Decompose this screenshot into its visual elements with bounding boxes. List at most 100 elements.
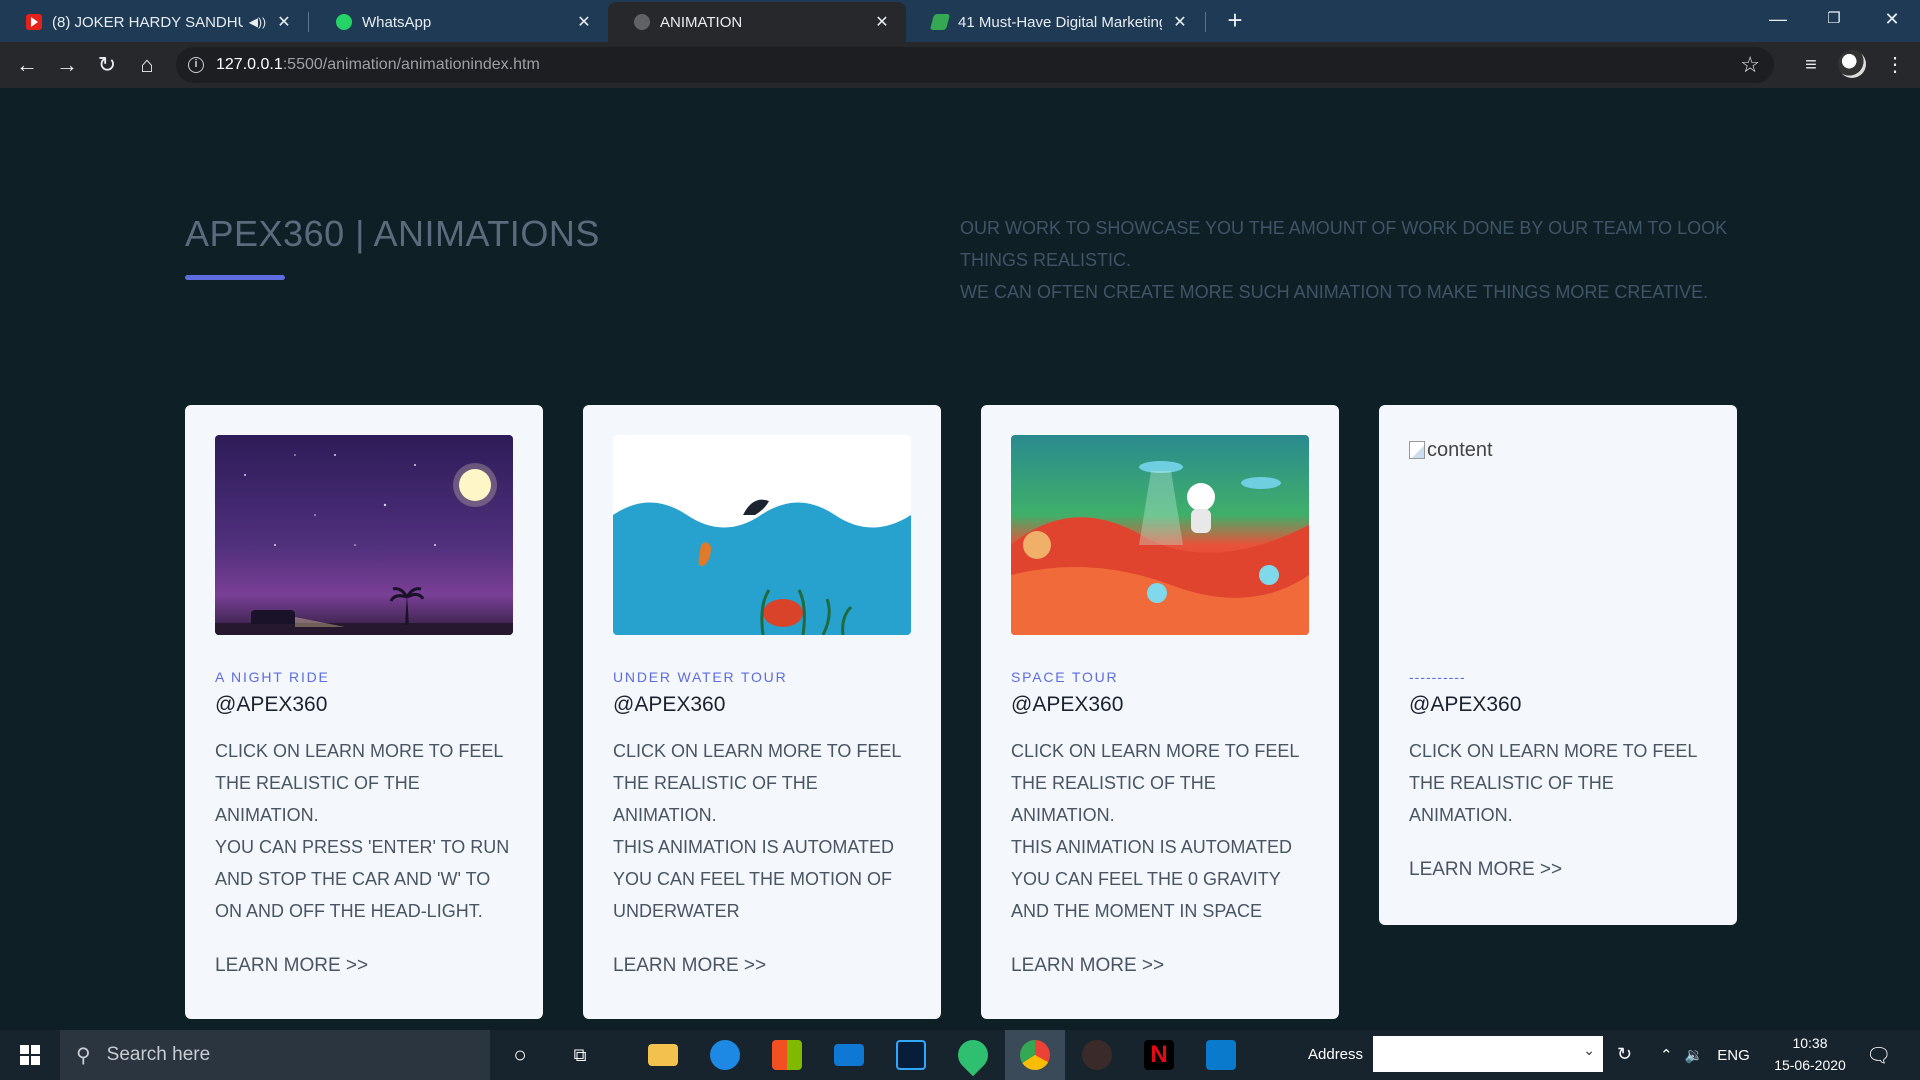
space-illustration xyxy=(1011,461,1309,635)
tab-whatsapp[interactable]: WhatsApp ✕ xyxy=(310,2,608,42)
url-path: :5500/animation/animationindex.htm xyxy=(282,56,540,73)
system-tray: ⌃ 🔉 ENG xyxy=(1660,1030,1750,1080)
whatsapp-icon xyxy=(336,14,352,30)
globe-icon xyxy=(634,14,650,30)
chevron-up-icon[interactable]: ⌃ xyxy=(1660,1046,1673,1064)
chrome-icon[interactable] xyxy=(1005,1030,1065,1080)
speaker-icon[interactable]: ◀)) xyxy=(249,15,266,29)
learn-more-link[interactable]: LEARN MORE >> xyxy=(613,955,766,977)
netflix-icon[interactable]: N xyxy=(1139,1030,1179,1080)
card-space-tour: SPACE TOUR @APEX360 CLICK ON LEARN MORE … xyxy=(981,405,1339,1019)
underwater-illustration xyxy=(613,499,911,635)
card-body: CLICK ON LEARN MORE TO FEEL THE REALISTI… xyxy=(613,741,901,921)
tab-label: WhatsApp xyxy=(362,13,432,31)
leaf-icon xyxy=(929,14,951,30)
card-body: CLICK ON LEARN MORE TO FEEL THE REALISTI… xyxy=(1011,741,1299,921)
tab-digital-marketing[interactable]: 41 Must-Have Digital Marketing ✕ xyxy=(906,2,1204,42)
maps-icon[interactable] xyxy=(951,1030,995,1080)
card-subtitle: SPACE TOUR xyxy=(1011,669,1119,685)
night-ride-thumbnail xyxy=(215,435,513,635)
tab-animation[interactable]: ANIMATION ✕ xyxy=(608,2,906,42)
refresh-icon[interactable]: ↻ xyxy=(1617,1044,1632,1065)
start-button[interactable] xyxy=(0,1030,60,1080)
address-input[interactable]: ⌄ xyxy=(1373,1036,1604,1072)
photoshop-icon[interactable] xyxy=(891,1030,931,1080)
card-subtitle: UNDER WATER TOUR xyxy=(613,669,788,685)
search-icon: ⚲ xyxy=(76,1044,91,1067)
address-label: Address xyxy=(1308,1045,1364,1063)
broken-image: content xyxy=(1409,435,1707,635)
close-icon[interactable]: ✕ xyxy=(1170,12,1190,32)
card-subtitle: A NIGHT RIDE xyxy=(215,669,330,685)
restore-button[interactable]: ❐ xyxy=(1806,0,1862,42)
url-host: 127.0.0.1 xyxy=(216,56,283,73)
card-content: content ---------- @APEX360 CLICK ON LEA… xyxy=(1379,405,1737,925)
windows-logo-icon xyxy=(20,1045,40,1065)
cortana-icon[interactable]: ○ xyxy=(500,1030,540,1080)
reload-icon[interactable]: ↻ xyxy=(92,50,122,80)
title-underline xyxy=(185,275,285,280)
mail-icon[interactable] xyxy=(829,1030,869,1080)
tab-label: (8) JOKER HARDY SANDHU F xyxy=(52,13,243,31)
tab-label: ANIMATION xyxy=(660,13,743,31)
under-water-thumbnail xyxy=(613,435,911,635)
card-subtitle: ---------- xyxy=(1409,669,1466,685)
card-handle: @APEX360 xyxy=(1011,693,1124,716)
alt-text: content xyxy=(1427,438,1493,461)
address-bar[interactable]: i 127.0.0.1:5500/animation/animationinde… xyxy=(176,47,1774,83)
learn-more-link[interactable]: LEARN MORE >> xyxy=(215,955,368,977)
volume-icon[interactable]: 🔉 xyxy=(1685,1046,1704,1064)
card-handle: @APEX360 xyxy=(215,693,328,716)
menu-kebab-icon[interactable]: ⋮ xyxy=(1880,50,1910,80)
card-night-ride: A NIGHT RIDE @APEX360 CLICK ON LEARN MOR… xyxy=(185,405,543,1019)
close-icon[interactable]: ✕ xyxy=(274,12,294,32)
page-body: APEX360 | ANIMATIONS OUR WORK TO SHOWCAS… xyxy=(0,88,1920,1030)
card-body: CLICK ON LEARN MORE TO FEEL THE REALISTI… xyxy=(215,741,510,921)
new-tab-button[interactable]: + xyxy=(1220,5,1250,35)
clock-date: 15-06-2020 xyxy=(1774,1057,1846,1073)
browser-tab-strip: (8) JOKER HARDY SANDHU F ◀)) ✕ WhatsApp … xyxy=(0,0,1920,42)
card-under-water-tour: UNDER WATER TOUR @APEX360 CLICK ON LEARN… xyxy=(583,405,941,1019)
url-text: 127.0.0.1:5500/animation/animationindex.… xyxy=(216,56,540,74)
window-close-button[interactable]: ✕ xyxy=(1864,0,1920,42)
clock-time: 10:38 xyxy=(1792,1035,1828,1051)
youtube-icon xyxy=(26,14,42,30)
chevron-down-icon[interactable]: ⌄ xyxy=(1583,1042,1595,1059)
tab-divider xyxy=(308,12,309,32)
taskbar-address-toolbar: Address ⌄ ↻ xyxy=(1308,1036,1632,1072)
app-icon[interactable] xyxy=(1077,1030,1117,1080)
taskbar-search[interactable]: ⚲ Search here xyxy=(60,1030,490,1080)
page-description: OUR WORK TO SHOWCASE YOU THE AMOUNT OF W… xyxy=(960,218,1728,302)
bookmark-star-icon[interactable]: ☆ xyxy=(1740,52,1760,78)
forward-arrow-icon[interactable]: → xyxy=(52,50,82,80)
tab-youtube[interactable]: (8) JOKER HARDY SANDHU F ◀)) ✕ xyxy=(0,2,308,42)
task-view-icon[interactable]: ⧉ xyxy=(560,1030,600,1080)
space-tour-thumbnail xyxy=(1011,435,1309,635)
learn-more-link[interactable]: LEARN MORE >> xyxy=(1011,955,1164,977)
close-icon[interactable]: ✕ xyxy=(574,12,594,32)
minimize-button[interactable]: — xyxy=(1750,0,1806,42)
vscode-icon[interactable] xyxy=(1201,1030,1241,1080)
language-indicator[interactable]: ENG xyxy=(1717,1047,1750,1064)
card-body: CLICK ON LEARN MORE TO FEEL THE REALISTI… xyxy=(1409,741,1697,825)
file-explorer-icon[interactable] xyxy=(643,1030,683,1080)
card-handle: @APEX360 xyxy=(1409,693,1522,716)
home-icon[interactable]: ⌂ xyxy=(132,50,162,80)
store-icon[interactable] xyxy=(767,1030,807,1080)
page-title: APEX360 | ANIMATIONS xyxy=(185,213,600,254)
tab-label: 41 Must-Have Digital Marketing xyxy=(958,13,1162,31)
learn-more-link[interactable]: LEARN MORE >> xyxy=(1409,859,1562,881)
back-arrow-icon[interactable]: ← xyxy=(12,50,42,80)
profile-avatar[interactable] xyxy=(1838,50,1866,78)
card-handle: @APEX360 xyxy=(613,693,726,716)
taskbar-clock[interactable]: 10:38 15-06-2020 xyxy=(1770,1032,1850,1076)
broken-image-icon xyxy=(1409,441,1425,459)
edge-icon[interactable] xyxy=(705,1030,745,1080)
search-placeholder: Search here xyxy=(106,1044,211,1065)
night-scene-illustration xyxy=(215,454,513,635)
info-icon[interactable]: i xyxy=(188,57,204,73)
media-queue-icon[interactable]: ≡ xyxy=(1796,50,1826,80)
notifications-icon[interactable]: 🗨 xyxy=(1866,1030,1891,1080)
close-icon[interactable]: ✕ xyxy=(872,12,892,32)
tab-divider xyxy=(1205,12,1206,32)
